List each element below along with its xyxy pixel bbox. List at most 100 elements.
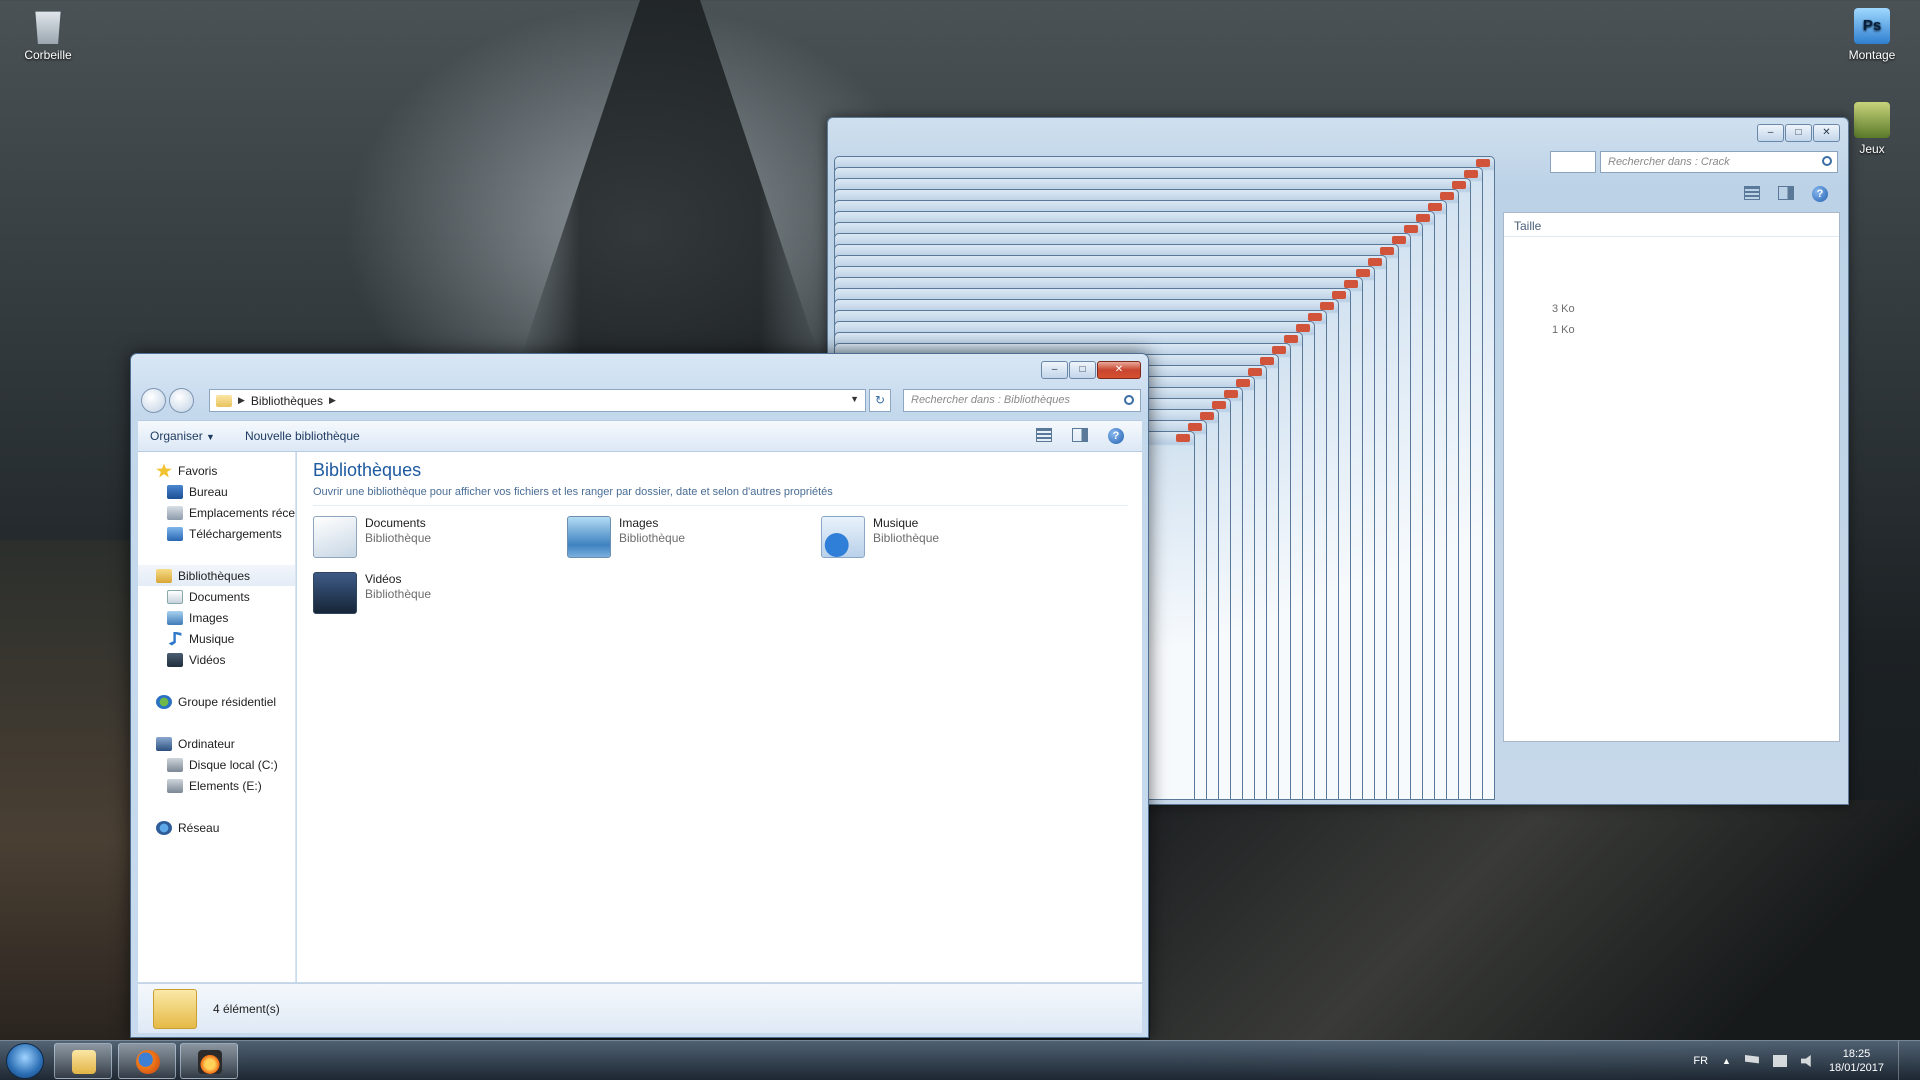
network-icon [156,820,172,835]
nav-item-documents[interactable]: Documents [138,586,295,607]
nav-item-images[interactable]: Images [138,607,295,628]
videos-library-icon [313,572,357,614]
chevron-down-icon[interactable]: ▼ [850,394,859,404]
column-header-size[interactable]: Taille [1504,213,1839,237]
nav-item-local-disk[interactable]: Disque local (C:) [138,754,295,775]
address-bar[interactable]: ▶ Bibliothèques ▶ ▼ [209,389,866,412]
minimize-button[interactable]: – [1757,124,1784,142]
search-input[interactable]: Rechercher dans : Bibliothèques [903,389,1141,412]
nav-item-homegroup[interactable]: Groupe résidentiel [138,691,295,712]
documents-icon [167,589,183,604]
chevron-up-icon[interactable]: ▲ [1722,1056,1731,1066]
preview-pane-icon[interactable] [1778,186,1794,200]
details-pane: 4 élément(s) [138,983,1142,1033]
recycle-bin-icon [35,11,61,44]
divider [313,505,1128,506]
nav-item-network[interactable]: Réseau [138,817,295,838]
preview-pane-icon[interactable] [1072,428,1088,442]
organize-label: Organiser [150,429,203,443]
clock[interactable]: 18:25 18/01/2017 [1829,1047,1884,1075]
games-folder-icon [1854,102,1890,138]
show-desktop-button[interactable] [1898,1041,1910,1080]
start-button[interactable] [6,1043,44,1079]
page-title: Bibliothèques [313,460,422,480]
nav-item-videos[interactable]: Vidéos [138,649,295,670]
action-center-flag-icon[interactable] [1744,1055,1759,1064]
view-mode-icon[interactable] [1744,186,1760,200]
nav-item-libraries[interactable]: Bibliothèques [138,565,295,586]
nav-item-elements-drive[interactable]: Elements (E:) [138,775,295,796]
nav-item-desktop[interactable]: Bureau [138,481,295,502]
file-size: 3 Ko [1552,303,1575,315]
library-item-images[interactable]: Images Bibliothèque [567,516,807,558]
language-indicator[interactable]: FR [1693,1055,1708,1067]
command-bar: Organiser ▼ Nouvelle bibliothèque ? [138,420,1142,452]
nav-item-recent-places[interactable]: Emplacements récents [138,502,295,523]
chevron-right-icon[interactable]: ▶ [329,395,336,406]
desktop-icon-montage[interactable]: Ps Montage [1836,8,1908,62]
nav-label: Elements (E:) [189,778,262,793]
close-button[interactable]: ✕ [1813,124,1840,142]
view-mode-icon[interactable] [1036,428,1052,442]
nav-item-computer[interactable]: Ordinateur [138,733,295,754]
back-button[interactable] [141,388,166,413]
taskbar-burn-app[interactable] [180,1043,238,1079]
nav-label: Favoris [178,463,218,478]
refresh-button[interactable]: ↻ [869,389,891,412]
desktop-icon-recycle-bin[interactable]: Corbeille [12,8,84,62]
chevron-down-icon: ▼ [206,432,215,442]
taskbar-firefox[interactable] [118,1043,176,1079]
maximize-button[interactable]: □ [1069,361,1096,379]
nav-label: Ordinateur [178,736,235,751]
nav-item-music[interactable]: Musique [138,628,295,649]
nav-label: Images [189,610,229,625]
forward-button[interactable] [169,388,194,413]
nav-label: Vidéos [189,652,226,667]
new-library-button[interactable]: Nouvelle bibliothèque [245,429,360,443]
nav-label: Téléchargements [189,526,282,541]
homegroup-icon [156,694,172,709]
recent-places-icon [167,505,183,520]
help-icon[interactable]: ? [1812,186,1828,202]
clock-date: 18/01/2017 [1828,1062,1884,1074]
nav-label: Disque local (C:) [189,757,278,772]
firefox-icon [136,1050,160,1074]
library-item-music[interactable]: Musique Bibliothèque [821,516,1061,558]
wallpaper-eiffel-tower [520,0,820,360]
breadcrumb-libraries[interactable]: Bibliothèques [251,394,323,408]
clock-time: 18:25 [1842,1048,1871,1060]
address-dropdown[interactable] [1550,151,1596,173]
window-caption-buttons: – □ ✕ [1757,124,1840,142]
nav-label: Groupe résidentiel [178,694,277,709]
network-tray-icon[interactable] [1772,1055,1787,1067]
explorer-window-libraries[interactable]: – □ ✕ ▶ Bibliothèques ▶ ▼ ↻ Rechercher d… [130,353,1149,1038]
documents-library-icon [313,516,357,558]
search-input[interactable]: Rechercher dans : Crack [1600,151,1838,173]
wallpaper-soldier [1150,800,1920,1040]
organize-button[interactable]: Organiser ▼ [150,429,215,443]
taskbar: FR ▲ 18:25 18/01/2017 [0,1040,1920,1080]
nav-label: Réseau [178,820,220,835]
library-item-videos[interactable]: Vidéos Bibliothèque [313,572,553,614]
navigation-pane: Favoris Bureau Emplacements récents Télé… [138,452,296,982]
minimize-button[interactable]: – [1041,361,1068,379]
computer-icon [156,736,172,751]
libraries-folder-icon [216,394,232,407]
library-item-documents[interactable]: Documents Bibliothèque [313,516,553,558]
library-name: Vidéos [365,572,402,586]
nav-label: Bureau [189,484,228,499]
folder-icon [72,1050,96,1074]
chevron-right-icon[interactable]: ▶ [238,395,245,406]
downloads-icon [167,526,183,541]
libraries-folder-icon [153,988,197,1029]
library-type: Bibliothèque [365,587,432,601]
view-toolbar: ? [1036,428,1124,444]
flame-icon [198,1050,222,1074]
taskbar-explorer[interactable] [54,1043,112,1079]
nav-item-favorites[interactable]: Favoris [138,460,295,481]
maximize-button[interactable]: □ [1785,124,1812,142]
help-icon[interactable]: ? [1108,428,1124,444]
volume-icon[interactable] [1800,1055,1811,1067]
nav-item-downloads[interactable]: Téléchargements [138,523,295,544]
close-button[interactable]: ✕ [1097,361,1141,379]
